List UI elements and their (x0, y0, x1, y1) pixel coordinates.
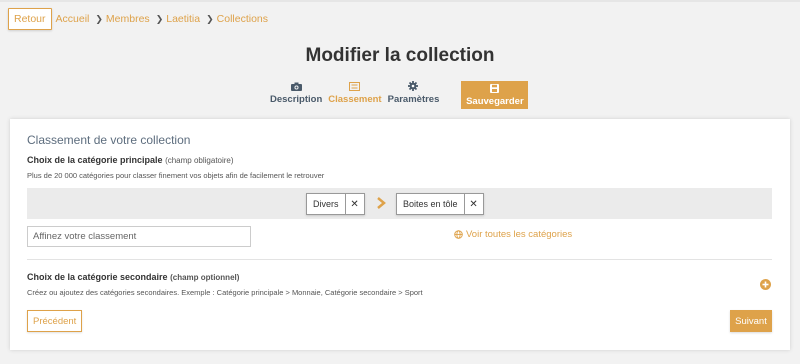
chevron-right-icon (377, 197, 386, 209)
gear-icon (408, 80, 419, 92)
close-icon: ✕ (350, 198, 359, 210)
save-button[interactable]: Sauvegarder (461, 81, 529, 109)
tab-label: Description (270, 94, 323, 105)
floppy-icon (490, 83, 500, 94)
globe-icon (454, 230, 463, 239)
divider (27, 259, 772, 260)
breadcrumb-item-accueil[interactable]: Accueil (56, 13, 90, 25)
breadcrumb: Retour Accueil ❯ Membres ❯ Laetitia ❯ Colle… (8, 8, 268, 30)
main-category-label: Choix de la catégorie principale (champ … (27, 155, 234, 165)
list-icon (349, 80, 361, 92)
category-chip-divers: Divers ✕ (306, 193, 365, 215)
breadcrumb-item-collections[interactable]: Collections (217, 13, 268, 25)
next-button[interactable]: Suivant (730, 310, 772, 332)
remove-category-button[interactable]: ✕ (346, 194, 364, 214)
chevron-right-icon: ❯ (155, 13, 164, 24)
previous-button[interactable]: Précédent (27, 310, 83, 332)
chevron-right-icon: ❯ (206, 13, 214, 24)
tab-label: Classement (328, 94, 382, 105)
tab-parametres[interactable]: Paramètres (387, 80, 440, 105)
tab-classement[interactable]: Classement (328, 80, 382, 105)
remove-category-button[interactable]: ✕ (465, 194, 483, 214)
category-chip-label[interactable]: Divers (307, 194, 346, 214)
category-chip-boites-en-tole: Boites en tôle ✕ (396, 193, 484, 215)
secondary-category-description: Créez ou ajoutez des catégories secondai… (27, 288, 423, 297)
required-hint: (champ obligatoire) (165, 156, 234, 165)
tab-bar: Description Classement Paramètres Sauveg… (270, 80, 529, 110)
category-path-bar: Divers ✕ Boites en tôle ✕ (27, 188, 772, 219)
tab-label: Paramètres (387, 94, 440, 105)
classement-panel: Classement de votre collection Choix de … (10, 119, 790, 350)
camera-icon (290, 80, 302, 92)
secondary-category-label-text: Choix de la catégorie secondaire (27, 272, 168, 282)
category-chip-label[interactable]: Boites en tôle (397, 194, 465, 214)
main-category-description: Plus de 20 000 catégories pour classer f… (27, 171, 325, 180)
chevron-right-icon: ❯ (95, 13, 103, 24)
secondary-category-label: Choix de la catégorie secondaire (champ … (27, 272, 239, 282)
see-all-categories-link[interactable]: Voir toutes les catégories (454, 229, 572, 240)
breadcrumb-item-membres[interactable]: Membres (106, 13, 150, 25)
refine-category-input[interactable] (27, 226, 251, 247)
back-button[interactable]: Retour (8, 8, 52, 30)
page-title: Modifier la collection (305, 45, 495, 66)
tab-description[interactable]: Description (270, 80, 322, 105)
main-category-label-text: Choix de la catégorie principale (27, 155, 163, 165)
optional-hint: (champ optionnel) (170, 273, 240, 282)
see-all-label: Voir toutes les catégories (466, 229, 573, 240)
section-title: Classement de votre collection (27, 133, 191, 147)
save-label: Sauvegarder (466, 95, 524, 107)
add-circle-icon[interactable] (760, 279, 771, 290)
close-icon: ✕ (469, 198, 478, 210)
breadcrumb-item-laetitia[interactable]: Laetitia (166, 13, 200, 25)
